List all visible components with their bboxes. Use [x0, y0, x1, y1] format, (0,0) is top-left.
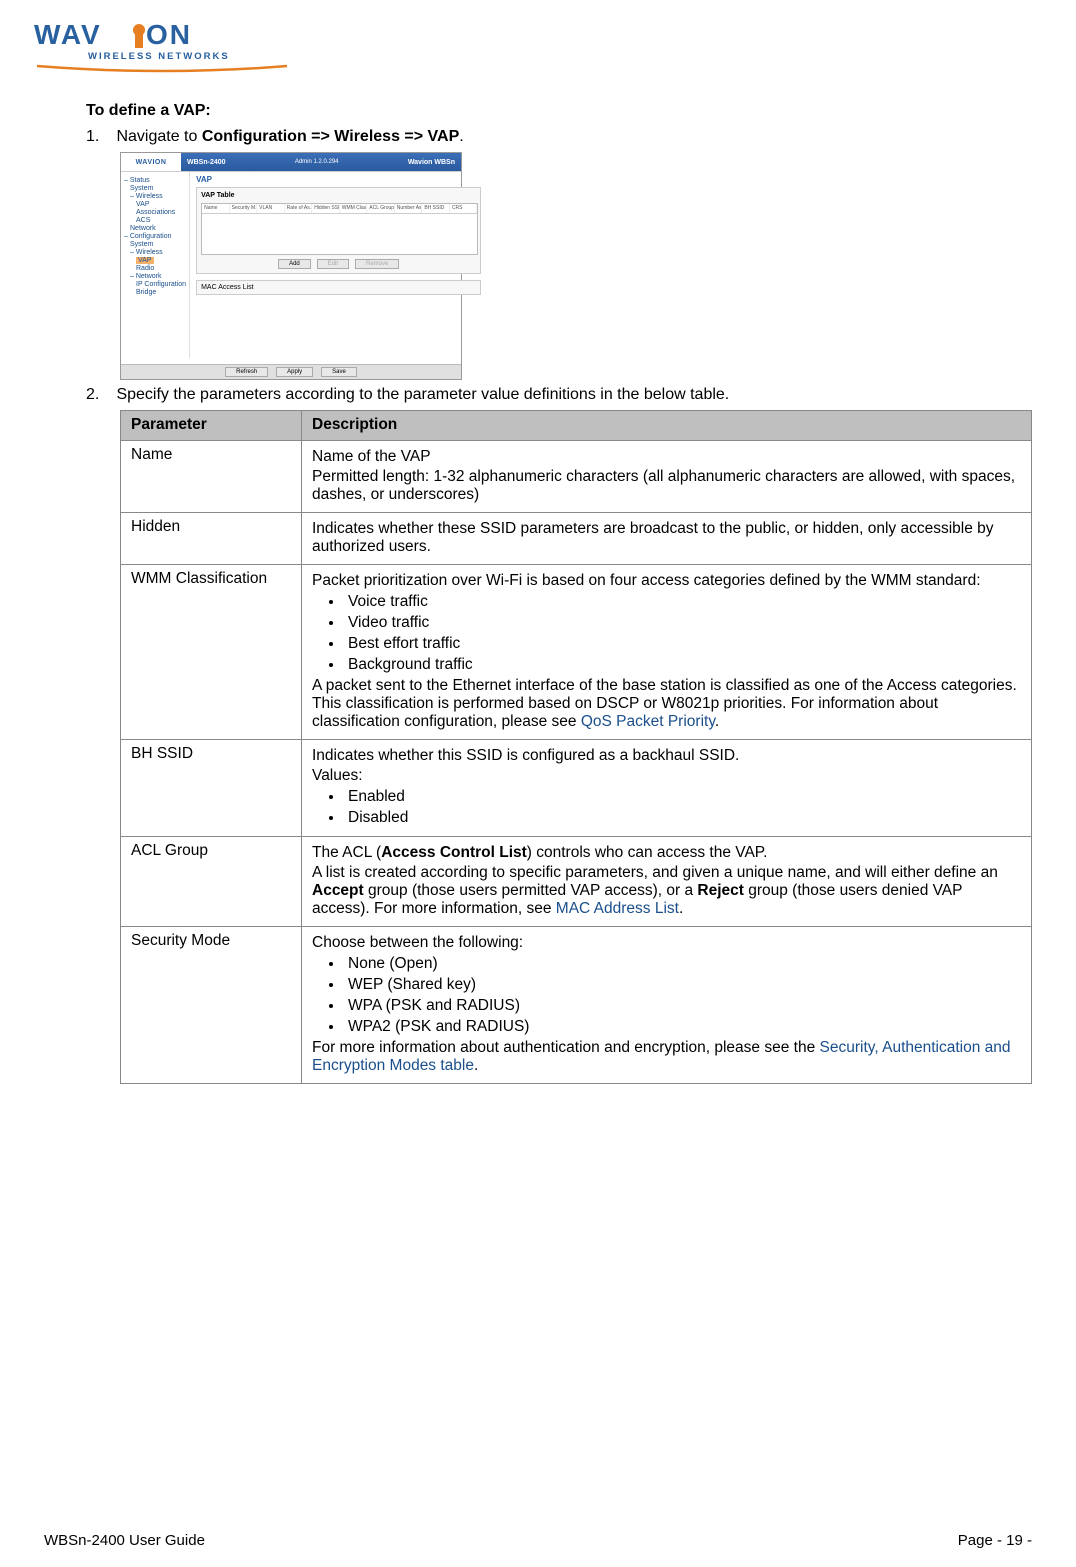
- table-row: WMM Classification Packet prioritization…: [121, 565, 1032, 740]
- table-row: BH SSID Indicates whether this SSID is c…: [121, 740, 1032, 837]
- ss-mac-panel: MAC Access List: [196, 280, 481, 295]
- param-desc: The ACL (Access Control List) controls w…: [302, 837, 1032, 927]
- list-item: Background traffic: [344, 656, 1021, 674]
- ss-refresh-button: Refresh: [225, 367, 268, 377]
- param-desc: Name of the VAP Permitted length: 1-32 a…: [302, 441, 1032, 513]
- list-item: WPA2 (PSK and RADIUS): [344, 1018, 1021, 1036]
- param-desc: Indicates whether this SSID is configure…: [302, 740, 1032, 837]
- ss-apply-button: Apply: [276, 367, 313, 377]
- list-item: Disabled: [344, 809, 1021, 827]
- ss-panel-title: VAP Table: [201, 192, 476, 199]
- step-1-number: 1.: [86, 128, 112, 146]
- ss-sidebar: – Status System – Wireless VAP Associati…: [121, 172, 190, 358]
- th-parameter: Parameter: [121, 411, 302, 441]
- ss-add-button: Add: [278, 259, 311, 269]
- brand-logo: WAV ON WIRELESS NETWORKS: [34, 18, 1032, 74]
- list-item: WEP (Shared key): [344, 976, 1021, 994]
- param-name: WMM Classification: [121, 565, 302, 740]
- table-row: Hidden Indicates whether these SSID para…: [121, 513, 1032, 565]
- list-item: Voice traffic: [344, 593, 1021, 611]
- svg-text:WAV: WAV: [34, 19, 102, 50]
- param-desc: Choose between the following: None (Open…: [302, 927, 1032, 1084]
- step-1-text-suffix: .: [459, 128, 463, 145]
- list-item: None (Open): [344, 955, 1021, 973]
- list-item: WPA (PSK and RADIUS): [344, 997, 1021, 1015]
- list-item: Enabled: [344, 788, 1021, 806]
- parameter-table: Parameter Description Name Name of the V…: [120, 410, 1032, 1084]
- ss-save-button: Save: [321, 367, 357, 377]
- ss-title-left: WBSn-2400: [187, 159, 226, 166]
- param-name: Hidden: [121, 513, 302, 565]
- step-1-path: Configuration => Wireless => VAP: [202, 128, 459, 145]
- param-desc: Indicates whether these SSID parameters …: [302, 513, 1032, 565]
- list-item: Best effort traffic: [344, 635, 1021, 653]
- ss-title-right: Wavion WBSn: [408, 159, 455, 166]
- param-name: Name: [121, 441, 302, 513]
- ss-title-mid: Admin 1.2.0.294: [295, 159, 339, 165]
- step-1: 1. Navigate to Configuration => Wireless…: [86, 128, 1032, 146]
- step-2: 2. Specify the parameters according to t…: [86, 386, 1032, 404]
- ss-logo: WAVION: [121, 153, 181, 171]
- step-2-number: 2.: [86, 386, 112, 404]
- param-name: BH SSID: [121, 740, 302, 837]
- ss-edit-button: Edit: [317, 259, 349, 269]
- table-row: ACL Group The ACL (Access Control List) …: [121, 837, 1032, 927]
- param-name: ACL Group: [121, 837, 302, 927]
- svg-text:WIRELESS NETWORKS: WIRELESS NETWORKS: [88, 51, 230, 62]
- step-1-text-prefix: Navigate to: [116, 128, 201, 145]
- ss-main-title: VAP: [196, 175, 481, 184]
- ss-remove-button: Remove: [355, 259, 399, 269]
- embedded-screenshot: WAVION WBSn-2400 Admin 1.2.0.294 Wavion …: [120, 152, 462, 380]
- footer-page-number: Page - 19 -: [958, 1532, 1032, 1549]
- list-item: Video traffic: [344, 614, 1021, 632]
- svg-text:ON: ON: [146, 19, 192, 50]
- table-row: Name Name of the VAP Permitted length: 1…: [121, 441, 1032, 513]
- footer-doc-title: WBSn-2400 User Guide: [44, 1532, 205, 1549]
- param-desc: Packet prioritization over Wi-Fi is base…: [302, 565, 1032, 740]
- th-description: Description: [302, 411, 1032, 441]
- step-2-text: Specify the parameters according to the …: [116, 386, 729, 403]
- table-row: Security Mode Choose between the followi…: [121, 927, 1032, 1084]
- param-name: Security Mode: [121, 927, 302, 1084]
- section-heading: To define a VAP:: [86, 102, 1032, 120]
- link-mac-address-list[interactable]: MAC Address List: [556, 900, 679, 917]
- link-qos-packet-priority[interactable]: QoS Packet Priority: [581, 713, 715, 730]
